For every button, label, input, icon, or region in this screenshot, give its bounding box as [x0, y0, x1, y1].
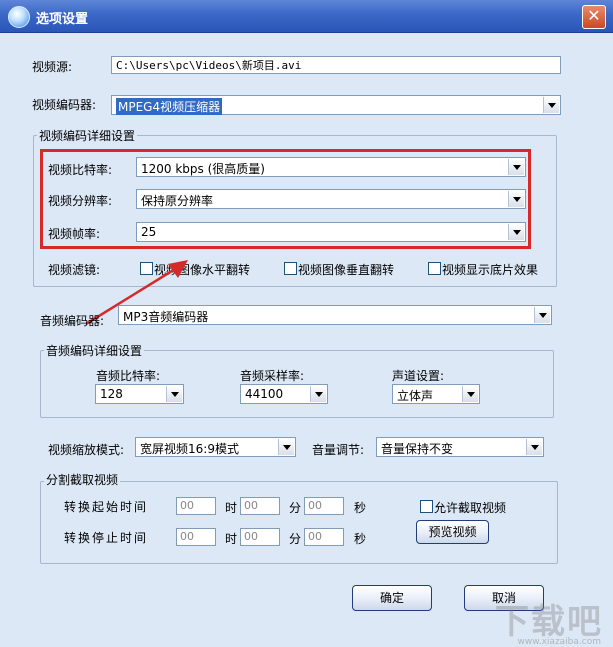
scale-mode-label: 视频缩放模式:	[48, 443, 125, 457]
audio-encoder-select[interactable]: MP3音频编码器	[118, 305, 552, 325]
split-title: 分割截取视频	[44, 471, 121, 488]
video-encoder-value: MPEG4视频压缩器	[116, 98, 223, 115]
scale-mode-value: 宽屏视频16:9模式	[140, 442, 239, 456]
audio-bitrate-select[interactable]: 128	[95, 384, 184, 404]
chevron-down-icon[interactable]	[310, 386, 326, 402]
filter-vflip-label: 视频图像垂直翻转	[298, 263, 395, 277]
chevron-down-icon[interactable]	[278, 439, 294, 455]
watermark-url: www.xiazaiba.com	[517, 637, 601, 647]
audio-detail-title: 音频编码详细设置	[44, 342, 145, 359]
end-hour-input[interactable]: 00	[176, 528, 216, 546]
chevron-down-icon[interactable]	[534, 307, 550, 323]
close-button[interactable]: ✕	[582, 5, 606, 29]
filter-vflip-checkbox[interactable]	[284, 262, 297, 275]
start-hour-input[interactable]: 00	[176, 497, 216, 515]
video-source-label: 视频源:	[32, 60, 73, 74]
start-time-label: 转换起始时间	[64, 500, 149, 514]
end-minute-input[interactable]: 00	[240, 528, 280, 546]
end-hour-unit: 时	[225, 532, 238, 546]
volume-value: 音量保持不变	[381, 442, 454, 456]
volume-label: 音量调节:	[312, 443, 365, 457]
allow-split-checkbox[interactable]	[420, 500, 433, 513]
video-source-field[interactable]: C:\Users\pc\Videos\新项目.avi	[111, 56, 561, 74]
video-encoder-select[interactable]: MPEG4视频压缩器	[111, 95, 561, 115]
highlight-box	[40, 149, 531, 249]
start-minute-unit: 分	[289, 501, 302, 515]
title-bar: 选项设置 ✕	[0, 0, 613, 33]
filter-negative-checkbox[interactable]	[428, 262, 441, 275]
app-icon	[8, 6, 30, 28]
audio-samplerate-value: 44100	[245, 387, 284, 401]
start-second-input[interactable]: 00	[304, 497, 344, 515]
chevron-down-icon[interactable]	[166, 386, 182, 402]
window-title: 选项设置	[36, 12, 89, 27]
end-time-label: 转换停止时间	[64, 531, 149, 545]
audio-bitrate-label: 音频比特率:	[96, 369, 161, 383]
end-second-input[interactable]: 00	[304, 528, 344, 546]
audio-samplerate-label: 音频采样率:	[240, 369, 305, 383]
ok-button[interactable]: 确定	[352, 585, 432, 611]
watermark-logo: 下载吧	[495, 602, 603, 642]
end-second-unit: 秒	[354, 532, 367, 546]
audio-samplerate-select[interactable]: 44100	[240, 384, 328, 404]
start-second-unit: 秒	[354, 501, 367, 515]
chevron-down-icon[interactable]	[462, 386, 478, 402]
scale-mode-select[interactable]: 宽屏视频16:9模式	[135, 437, 296, 457]
audio-encoder-label: 音频编码器:	[40, 314, 105, 328]
video-detail-title: 视频编码详细设置	[37, 127, 138, 144]
allow-split-label: 允许截取视频	[434, 501, 507, 515]
audio-encoder-value: MP3音频编码器	[123, 310, 209, 324]
audio-channel-value: 立体声	[397, 389, 434, 403]
end-minute-unit: 分	[289, 532, 302, 546]
audio-channel-label: 声道设置:	[392, 369, 445, 383]
filter-negative-label: 视频显示底片效果	[442, 263, 539, 277]
video-encoder-label: 视频编码器:	[32, 98, 97, 112]
audio-bitrate-value: 128	[100, 387, 123, 401]
chevron-down-icon[interactable]	[543, 97, 559, 113]
audio-channel-select[interactable]: 立体声	[392, 384, 480, 404]
start-minute-input[interactable]: 00	[240, 497, 280, 515]
start-hour-unit: 时	[225, 501, 238, 515]
chevron-down-icon[interactable]	[526, 439, 542, 455]
volume-select[interactable]: 音量保持不变	[376, 437, 544, 457]
preview-video-button[interactable]: 预览视频	[416, 520, 489, 544]
